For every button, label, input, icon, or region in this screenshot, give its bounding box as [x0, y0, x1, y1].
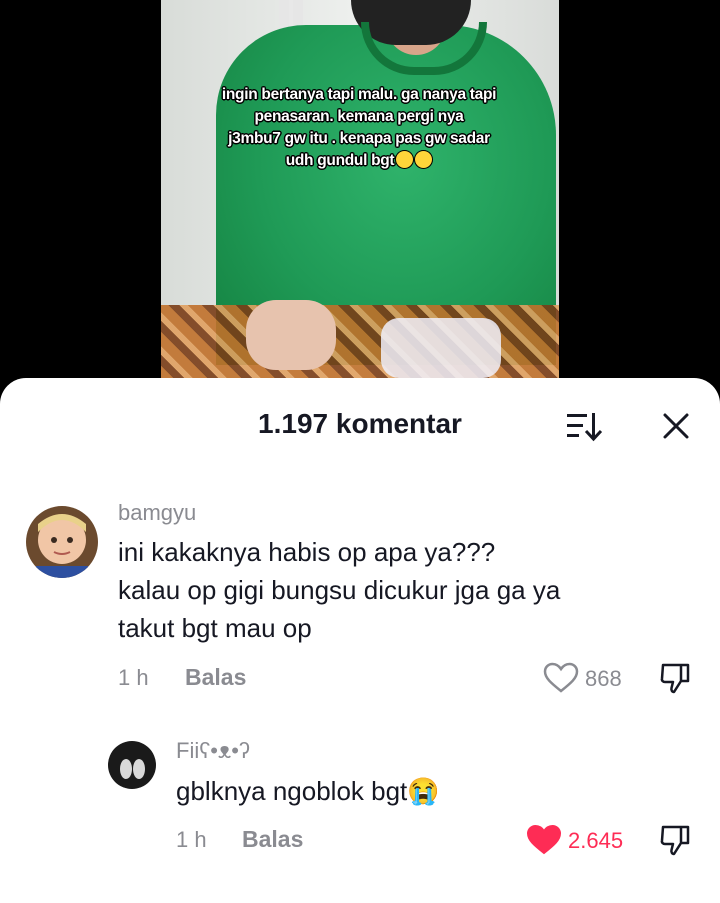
- reply-button[interactable]: Balas: [242, 826, 303, 853]
- comment-text: gblknya ngoblok bgt😭: [176, 772, 440, 810]
- arm: [246, 300, 336, 370]
- smiling-emoji-icon: [396, 151, 414, 168]
- comment-username[interactable]: bamgyu: [118, 500, 196, 526]
- comments-sheet: 1.197 komentar bamgyu ini kakaknya habis…: [0, 378, 720, 903]
- heart-icon[interactable]: [543, 662, 579, 694]
- caption-line: udh gundul bgt: [285, 152, 395, 169]
- avatar[interactable]: [26, 506, 98, 578]
- reply-button[interactable]: Balas: [185, 664, 246, 691]
- comment-username[interactable]: Fiiʕ•ᴥ•ʔ: [176, 738, 250, 764]
- comment-time: 1 h: [176, 827, 207, 852]
- video-player[interactable]: ingin bertanya tapi malu. ga nanya tapi …: [161, 0, 559, 380]
- caption-line: j3mbu7 gw itu . kenapa pas gw sadar: [228, 130, 490, 147]
- caption-line: penasaran. kemana pergi nya: [254, 108, 464, 125]
- comment-line: takut bgt mau op: [118, 613, 312, 643]
- comment-line: kalau op gigi bungsu dicukur jga ga ya: [118, 575, 561, 605]
- like-count: 868: [585, 666, 622, 691]
- comment-time: 1 h: [118, 665, 149, 690]
- relieved-emoji-icon: [415, 151, 433, 168]
- comment-line: gblknya ngoblok bgt😭: [176, 776, 440, 806]
- comment-text: ini kakaknya habis op apa ya??? kalau op…: [118, 533, 560, 647]
- comment-line: ini kakaknya habis op apa ya???: [118, 537, 496, 567]
- caption-line: ingin bertanya tapi malu. ga nanya tapi: [221, 86, 497, 103]
- video-caption: ingin bertanya tapi malu. ga nanya tapi …: [189, 84, 529, 172]
- caption-line-last: udh gundul bgt: [189, 150, 529, 172]
- reply-comment-item: Fiiʕ•ᴥ•ʔ gblknya ngoblok bgt😭 1 h Balas …: [0, 718, 720, 878]
- heart-icon[interactable]: [526, 824, 562, 856]
- plastic-bag: [381, 318, 501, 378]
- dislike-icon[interactable]: [658, 823, 692, 857]
- avatar[interactable]: [108, 741, 156, 789]
- like-count: 2.645: [568, 828, 624, 853]
- comment-item: bamgyu ini kakaknya habis op apa ya??? k…: [0, 378, 720, 708]
- dislike-icon[interactable]: [658, 661, 692, 695]
